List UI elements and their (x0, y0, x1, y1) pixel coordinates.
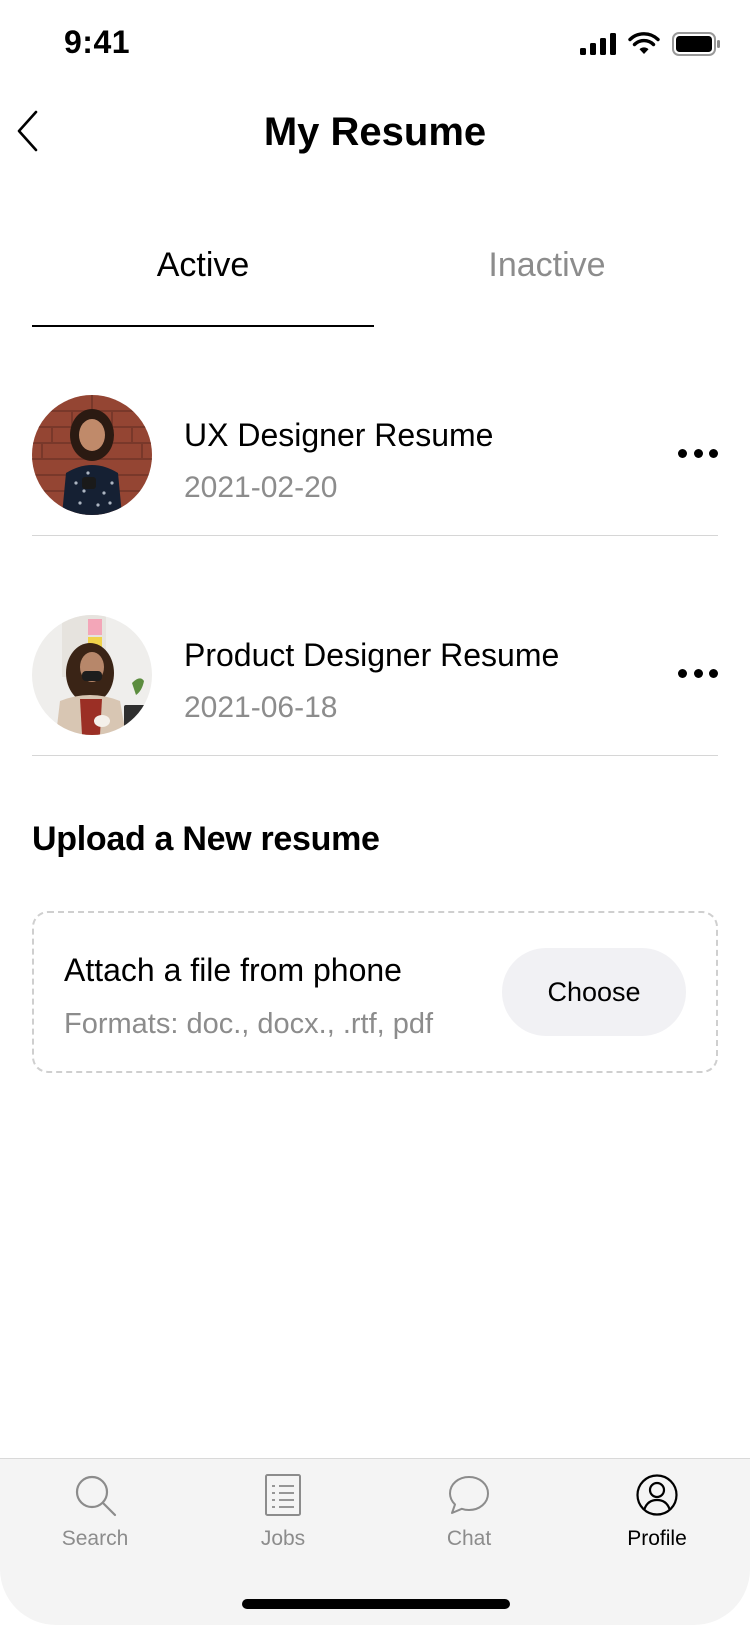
nav-label: Chat (446, 1527, 492, 1550)
resume-item[interactable]: UX Designer Resume 2021-02-20 (32, 395, 718, 536)
nav-search[interactable]: Search (15, 1473, 175, 1551)
status-icons (580, 32, 720, 56)
nav-jobs[interactable]: Jobs (203, 1473, 363, 1551)
choose-file-button[interactable]: Choose (502, 948, 686, 1036)
nav-chat[interactable]: Chat (389, 1473, 549, 1551)
list-icon (265, 1474, 301, 1516)
upload-formats: Formats: doc., docx., .rtf, pdf (64, 1008, 434, 1040)
nav-label: Jobs (260, 1527, 306, 1550)
nav-label: Profile (627, 1527, 687, 1550)
divider (32, 755, 718, 756)
page-title: My Resume (263, 110, 487, 154)
upload-heading: Upload a New resume (32, 820, 380, 858)
home-indicator (242, 1599, 510, 1609)
resume-item[interactable]: Product Designer Resume 2021-06-18 (32, 615, 718, 756)
upload-title: Attach a file from phone (64, 952, 402, 988)
wifi-icon (628, 32, 660, 54)
avatar (32, 615, 152, 735)
more-options-icon[interactable] (678, 669, 718, 679)
avatar-photo (32, 395, 152, 515)
chat-icon (449, 1476, 489, 1514)
battery-icon (672, 32, 720, 56)
avatar (32, 395, 152, 515)
resume-title: Product Designer Resume (184, 637, 560, 673)
avatar-photo (32, 615, 152, 735)
divider (32, 535, 718, 536)
status-time: 9:41 (64, 24, 131, 60)
resume-date: 2021-06-18 (184, 691, 338, 724)
tab-inactive[interactable]: Inactive (376, 246, 718, 285)
resume-date: 2021-02-20 (184, 471, 338, 504)
resume-title: UX Designer Resume (184, 417, 494, 453)
profile-icon (636, 1474, 678, 1516)
signal-icon (580, 33, 616, 55)
more-options-icon[interactable] (678, 449, 718, 459)
search-icon (75, 1475, 117, 1517)
active-tab-indicator (32, 325, 374, 327)
tab-active[interactable]: Active (32, 246, 374, 285)
nav-label: Search (61, 1527, 129, 1550)
nav-profile[interactable]: Profile (577, 1473, 737, 1551)
